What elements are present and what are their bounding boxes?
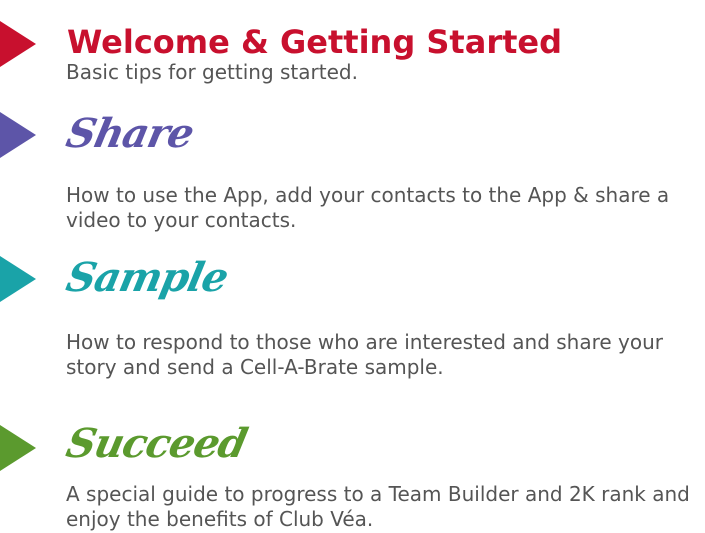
section-title-sample: Sample (62, 254, 232, 301)
section-description-succeed: A special guide to progress to a Team Bu… (66, 482, 690, 531)
triangle-marker-icon (0, 425, 36, 471)
section-description-welcome: Basic tips for getting started. (66, 60, 358, 84)
section-sample: Sample How to respond to those who are i… (0, 246, 705, 386)
section-description-sample: How to respond to those who are interest… (66, 330, 664, 379)
section-succeed: Succeed A special guide to progress to a… (0, 384, 705, 533)
triangle-marker-icon (0, 256, 36, 302)
section-description-share: How to use the App, add your contacts to… (66, 183, 670, 232)
section-title-welcome: Welcome & Getting Started (67, 23, 562, 61)
section-share: Share How to use the App, add your conta… (0, 100, 705, 240)
section-title-succeed: Succeed (62, 420, 251, 467)
section-welcome: Welcome & Getting Started Basic tips for… (0, 0, 705, 100)
triangle-marker-icon (0, 112, 36, 158)
triangle-marker-icon (0, 21, 36, 67)
section-title-share: Share (62, 110, 198, 157)
